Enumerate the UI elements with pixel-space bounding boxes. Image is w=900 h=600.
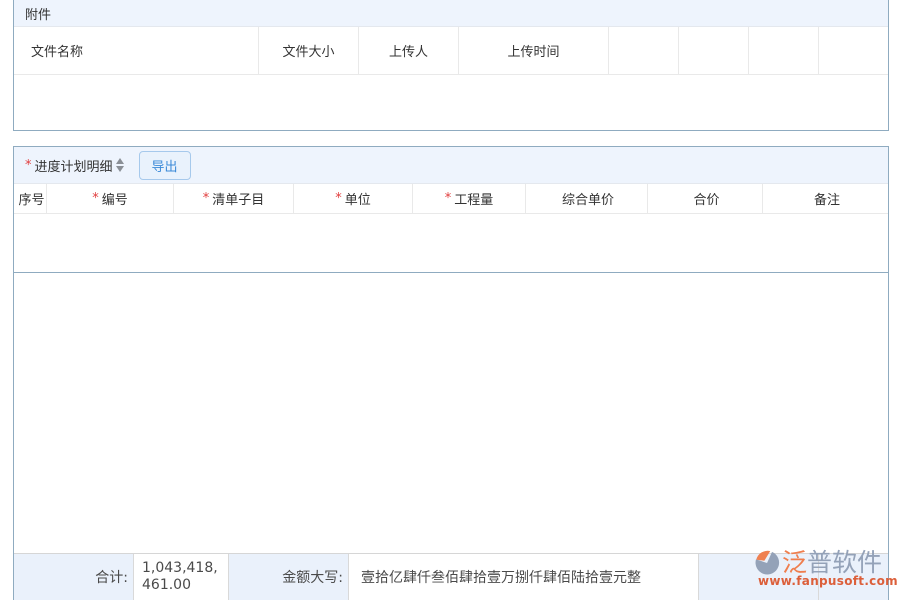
col-number: *编号 bbox=[47, 184, 174, 214]
export-button[interactable]: 导出 bbox=[139, 151, 191, 180]
detail-table-header: 序号 *编号 *清单子目 *单位 *工程量 综合单价 合价 备注 bbox=[14, 184, 888, 214]
arrow-down-icon bbox=[116, 166, 124, 172]
col-file-name: 文件名称 bbox=[14, 27, 259, 75]
stepper-icon[interactable] bbox=[116, 158, 124, 172]
attachments-title: 附件 bbox=[25, 4, 51, 23]
total-empty-cell-2 bbox=[819, 554, 888, 600]
total-value: 1,043,418,461.00 bbox=[134, 554, 229, 600]
col-empty-1 bbox=[609, 27, 679, 75]
col-file-size: 文件大小 bbox=[259, 27, 359, 75]
total-empty-cell-1 bbox=[699, 554, 819, 600]
col-unit-price: 综合单价 bbox=[526, 184, 648, 214]
col-quantity: *工程量 bbox=[413, 184, 526, 214]
totals-row: 合计: 1,043,418,461.00 金额大写: 壹拾亿肆仟叁佰肆拾壹万捌仟… bbox=[14, 553, 888, 600]
col-unit: *单位 bbox=[294, 184, 413, 214]
col-empty-3 bbox=[749, 27, 819, 75]
col-total-price: 合价 bbox=[648, 184, 763, 214]
attachments-table-header: 文件名称 文件大小 上传人 上传时间 bbox=[14, 27, 888, 75]
detail-body-area bbox=[14, 273, 888, 553]
amount-words-value: 壹拾亿肆仟叁佰肆拾壹万捌仟肆佰陆拾壹元整 bbox=[349, 554, 699, 600]
col-empty-4 bbox=[819, 27, 888, 75]
total-label: 合计: bbox=[14, 554, 134, 600]
col-remark: 备注 bbox=[763, 184, 888, 214]
progress-plan-panel: * 进度计划明细 导出 序号 *编号 *清单子目 *单位 *工程量 综合单价 合… bbox=[13, 146, 889, 600]
col-upload-time: 上传时间 bbox=[459, 27, 609, 75]
attachments-section-header: 附件 bbox=[14, 0, 888, 27]
col-seq: 序号 bbox=[14, 184, 47, 214]
amount-words-label: 金额大写: bbox=[229, 554, 349, 600]
col-list-subitem: *清单子目 bbox=[174, 184, 294, 214]
col-empty-2 bbox=[679, 27, 749, 75]
required-asterisk: * bbox=[25, 158, 32, 173]
attachments-panel: 附件 文件名称 文件大小 上传人 上传时间 bbox=[13, 0, 889, 131]
col-uploader: 上传人 bbox=[359, 27, 459, 75]
arrow-up-icon bbox=[116, 158, 124, 164]
detail-empty-row bbox=[14, 214, 888, 273]
progress-plan-title: 进度计划明细 bbox=[35, 156, 113, 175]
progress-plan-section-header: * 进度计划明细 导出 bbox=[14, 147, 888, 184]
